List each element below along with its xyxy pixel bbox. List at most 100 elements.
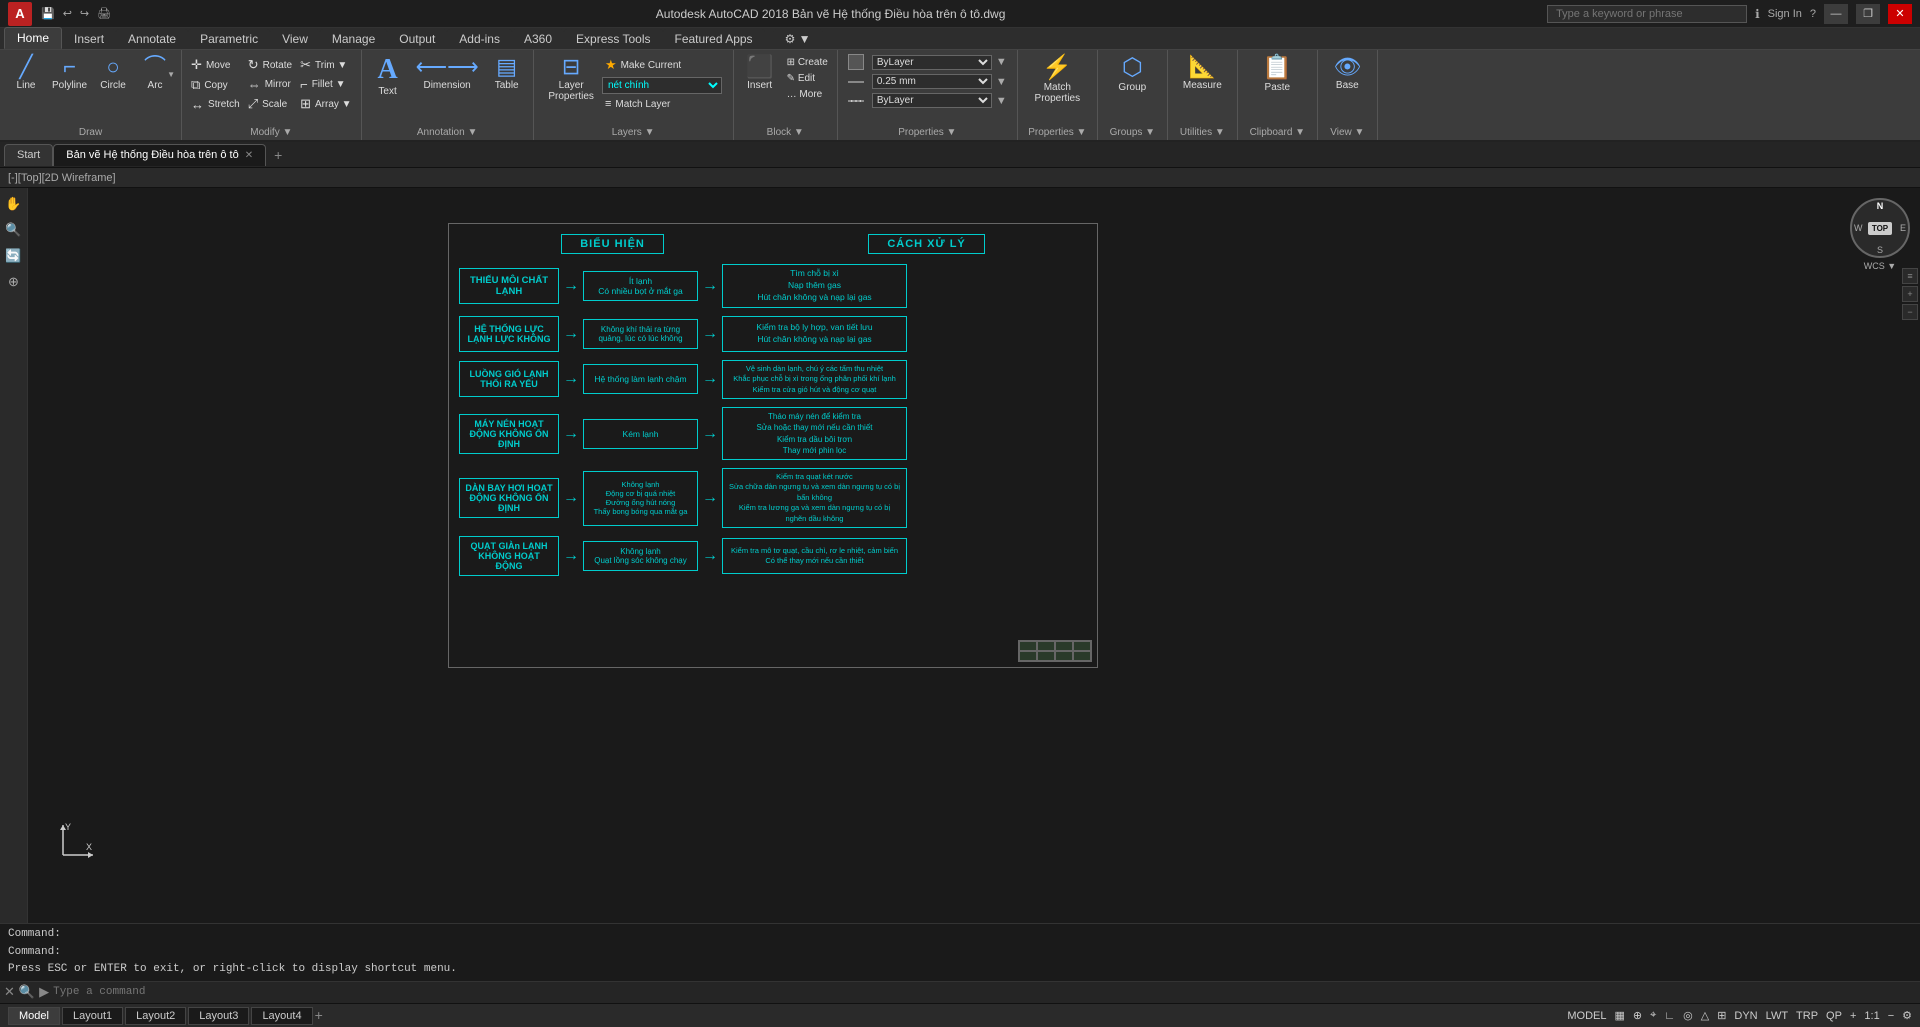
- tab-output[interactable]: Output: [387, 29, 447, 49]
- zoom-in-btn[interactable]: +: [1850, 1010, 1856, 1022]
- right-tool-1[interactable]: ≡: [1902, 268, 1918, 284]
- tab-a360[interactable]: A360: [512, 29, 564, 49]
- edit-block-btn[interactable]: ✎ Edit: [784, 72, 831, 85]
- close-doc-tab[interactable]: ✕: [245, 150, 253, 161]
- command-input[interactable]: [53, 986, 1916, 998]
- text-btn[interactable]: A Text: [368, 54, 408, 99]
- ucs-toggle[interactable]: ⊞: [1717, 1009, 1726, 1022]
- ortho-toggle[interactable]: ⌖: [1650, 1009, 1656, 1022]
- linetype-select[interactable]: ByLayer: [872, 93, 992, 108]
- make-current-btn[interactable]: ★ Make Current: [602, 56, 722, 74]
- grid-toggle[interactable]: ▦: [1615, 1009, 1625, 1022]
- close-btn[interactable]: ✕: [1888, 4, 1912, 24]
- tab-featured[interactable]: Featured Apps: [663, 29, 765, 49]
- match-layer-btn[interactable]: ≡ Match Layer: [602, 97, 722, 111]
- search-input[interactable]: [1547, 5, 1747, 23]
- tab-parametric[interactable]: Parametric: [188, 29, 270, 49]
- layout3-tab[interactable]: Layout3: [188, 1007, 249, 1025]
- undo-btn[interactable]: ↩: [60, 7, 75, 20]
- polar-toggle[interactable]: ∟: [1664, 1010, 1675, 1022]
- paste-btn[interactable]: 📋 Paste: [1257, 54, 1297, 95]
- tab-workspace[interactable]: ⚙ ▼: [773, 29, 823, 49]
- navcube[interactable]: N S E W TOP WCS ▼: [1850, 198, 1910, 271]
- rotate-btn[interactable]: ↻ Rotate: [245, 56, 295, 74]
- sign-in-btn[interactable]: Sign In: [1768, 8, 1802, 20]
- insert-btn[interactable]: ⬛ Insert: [740, 54, 780, 93]
- arc-btn[interactable]: ⌒ Arc ▼: [135, 54, 175, 93]
- tab-home[interactable]: Home: [4, 27, 62, 49]
- zoom-tool-btn[interactable]: 🔍: [2, 218, 26, 242]
- model-label[interactable]: MODEL: [1567, 1010, 1606, 1022]
- lineweight-select[interactable]: 0.25 mm: [872, 74, 992, 89]
- trp-toggle[interactable]: TRP: [1796, 1010, 1818, 1022]
- wcs-label[interactable]: WCS ▼: [1850, 261, 1910, 271]
- tab-annotate[interactable]: Annotate: [116, 29, 188, 49]
- osnap-toggle[interactable]: ◎: [1683, 1009, 1693, 1022]
- info-icon[interactable]: ℹ: [1755, 7, 1760, 21]
- workspace-btn[interactable]: ⚙: [1902, 1009, 1912, 1022]
- match-properties-btn[interactable]: ⚡ MatchProperties: [1031, 54, 1085, 106]
- layout1-tab[interactable]: Layout1: [62, 1007, 123, 1025]
- compass-n: N: [1877, 201, 1884, 211]
- layout2-tab[interactable]: Layout2: [125, 1007, 186, 1025]
- circle-btn[interactable]: ○ Circle: [93, 54, 133, 93]
- tab-express[interactable]: Express Tools: [564, 29, 662, 49]
- new-tab-btn[interactable]: +: [266, 145, 290, 165]
- view-btn[interactable]: 👁 Base: [1327, 54, 1367, 93]
- tab-manage[interactable]: Manage: [320, 29, 387, 49]
- block-extra-btn[interactable]: … More: [784, 88, 831, 101]
- showmotion-btn[interactable]: ⊕: [2, 270, 26, 294]
- create-block-btn[interactable]: ⊞ Create: [784, 56, 831, 69]
- polyline-btn[interactable]: ⌐ Polyline: [48, 54, 91, 93]
- help-btn[interactable]: ?: [1810, 8, 1816, 20]
- move-btn[interactable]: ✛ Move: [188, 56, 243, 74]
- layer-select[interactable]: nét chính: [602, 77, 722, 94]
- mirror-btn[interactable]: ⇔ Mirror: [245, 76, 295, 93]
- model-tab[interactable]: Model: [8, 1007, 60, 1025]
- measure-btn[interactable]: 📐 Measure: [1179, 54, 1226, 93]
- line-btn[interactable]: ╱ Line: [6, 54, 46, 93]
- restore-btn[interactable]: ❐: [1856, 4, 1880, 24]
- layout4-tab[interactable]: Layout4: [251, 1007, 312, 1025]
- doc-tab-active[interactable]: Bản vẽ Hệ thống Điều hòa trên ô tô ✕: [53, 144, 266, 166]
- lwt-toggle[interactable]: LWT: [1766, 1010, 1788, 1022]
- minimize-btn[interactable]: —: [1824, 4, 1848, 24]
- copy-btn[interactable]: ⧉ Copy: [188, 76, 243, 94]
- ribbon: ╱ Line ⌐ Polyline ○ Circle ⌒ Arc ▼ Draw …: [0, 50, 1920, 142]
- trim-btn[interactable]: ✂ Trim ▼: [297, 56, 354, 74]
- tab-insert[interactable]: Insert: [62, 29, 116, 49]
- arc-dropdown[interactable]: ▼: [167, 70, 175, 79]
- scale-display[interactable]: 1:1: [1864, 1010, 1879, 1022]
- doc-tab-start[interactable]: Start: [4, 144, 53, 166]
- quick-access-btn[interactable]: 💾: [38, 7, 58, 20]
- otrack-toggle[interactable]: △: [1701, 1009, 1709, 1022]
- scale-btn[interactable]: ⤢ Scale: [245, 95, 295, 113]
- navcube-center[interactable]: TOP: [1868, 222, 1892, 235]
- color-select[interactable]: ByLayer: [872, 55, 992, 70]
- array-btn[interactable]: ⊞ Array ▼: [297, 95, 354, 113]
- layers-group: ⊟ LayerProperties ★ Make Current nét chí…: [534, 50, 734, 140]
- snap-toggle[interactable]: ⊕: [1633, 1009, 1642, 1022]
- cmd-close-icon[interactable]: ✕: [4, 984, 15, 1000]
- qp-toggle[interactable]: QP: [1826, 1010, 1842, 1022]
- zoom-out-btn[interactable]: −: [1888, 1010, 1894, 1022]
- cmd-search-icon[interactable]: 🔍: [19, 984, 35, 1000]
- print-btn[interactable]: 🖨: [94, 7, 114, 20]
- fillet-btn[interactable]: ⌐ Fillet ▼: [297, 76, 354, 93]
- right-tool-3[interactable]: −: [1902, 304, 1918, 320]
- tab-addins[interactable]: Add-ins: [447, 29, 512, 49]
- dimension-btn[interactable]: ⟵⟶ Dimension: [412, 54, 483, 93]
- tab-view[interactable]: View: [270, 29, 320, 49]
- cmd-arrow-icon[interactable]: ▶: [39, 984, 49, 1000]
- redo-btn[interactable]: ↪: [77, 7, 92, 20]
- dyn-toggle[interactable]: DYN: [1734, 1010, 1757, 1022]
- new-layout-btn[interactable]: +: [315, 1007, 323, 1025]
- table-btn[interactable]: ▤ Table: [487, 54, 527, 93]
- orbit-tool-btn[interactable]: 🔄: [2, 244, 26, 268]
- pan-tool-btn[interactable]: ✋: [2, 192, 26, 216]
- symptom-3: LUỒNG GIÓ LẠNH THỔi RA YẾU: [459, 361, 559, 397]
- layer-properties-btn[interactable]: ⊟ LayerProperties: [544, 54, 598, 104]
- stretch-btn[interactable]: ↔ Stretch: [188, 96, 243, 113]
- right-tool-2[interactable]: +: [1902, 286, 1918, 302]
- group-btn[interactable]: ⬡ Group: [1112, 54, 1152, 95]
